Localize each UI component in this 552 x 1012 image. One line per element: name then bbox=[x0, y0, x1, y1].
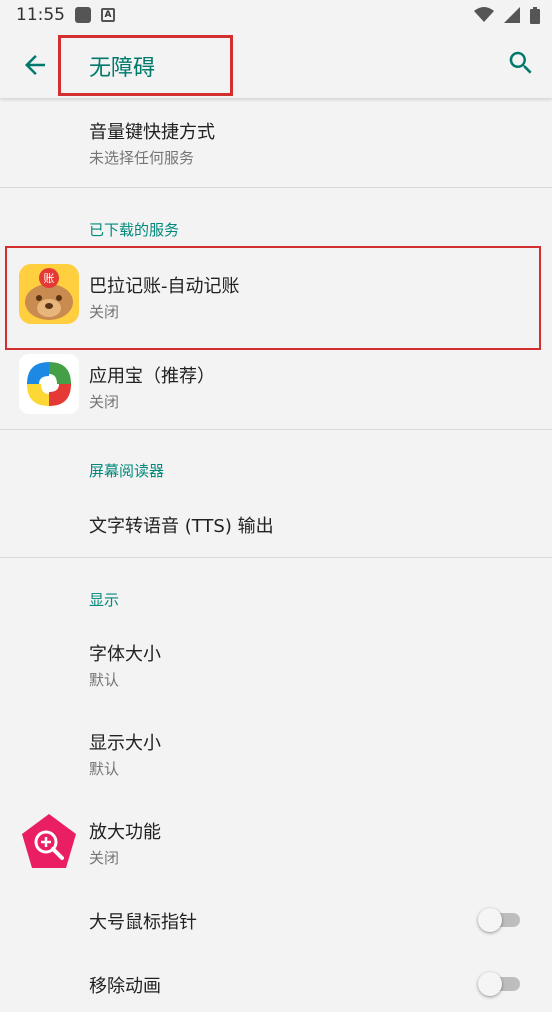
volume-shortcut-subtitle: 未选择任何服务 bbox=[89, 149, 195, 167]
yingyongbao-item[interactable]: 应用宝（推荐） 关闭 bbox=[0, 350, 552, 430]
display-size-item[interactable]: 显示大小 默认 bbox=[0, 711, 552, 799]
font-size-value: 默认 bbox=[89, 671, 120, 689]
search-icon[interactable] bbox=[506, 48, 536, 78]
large-pointer-title: 大号鼠标指针 bbox=[89, 912, 197, 933]
toggle-knob bbox=[478, 908, 502, 932]
magnification-status: 关闭 bbox=[89, 849, 120, 867]
font-size-title: 字体大小 bbox=[89, 644, 161, 665]
selection-highlight bbox=[5, 246, 541, 350]
remove-animation-item[interactable]: 移除动画 bbox=[0, 952, 552, 1012]
volume-shortcut-item[interactable]: 音量键快捷方式 未选择任何服务 bbox=[0, 98, 552, 188]
yingyongbao-status: 关闭 bbox=[89, 393, 120, 411]
keyboard-a-icon: A bbox=[101, 8, 115, 22]
screen-reader-header: 屏幕阅读器 bbox=[89, 462, 165, 480]
downloaded-services-header: 已下载的服务 bbox=[89, 221, 180, 239]
tts-output-item[interactable]: 文字转语音 (TTS) 输出 bbox=[0, 496, 552, 556]
volume-shortcut-title: 音量键快捷方式 bbox=[89, 122, 215, 143]
large-pointer-toggle[interactable] bbox=[478, 908, 520, 932]
magnification-icon bbox=[19, 812, 79, 872]
yingyongbao-app-icon bbox=[19, 354, 79, 414]
status-time: 11:55 bbox=[16, 5, 65, 25]
divider bbox=[0, 429, 552, 430]
status-bar: 11:55 A bbox=[0, 0, 552, 30]
magnification-title: 放大功能 bbox=[89, 822, 161, 843]
battery-icon bbox=[530, 6, 540, 24]
remove-animation-title: 移除动画 bbox=[89, 976, 161, 997]
wifi-icon bbox=[474, 7, 494, 22]
display-size-title: 显示大小 bbox=[89, 733, 161, 754]
yingyongbao-title: 应用宝（推荐） bbox=[89, 366, 215, 387]
large-pointer-item[interactable]: 大号鼠标指针 bbox=[0, 890, 552, 952]
tts-output-title: 文字转语音 (TTS) 输出 bbox=[89, 516, 274, 537]
app-bar: 无障碍 bbox=[0, 30, 552, 98]
font-size-item[interactable]: 字体大小 默认 bbox=[0, 622, 552, 710]
divider bbox=[0, 187, 552, 188]
back-arrow-icon[interactable] bbox=[20, 50, 50, 80]
remove-animation-toggle[interactable] bbox=[478, 972, 520, 996]
page-title-highlight: 无障碍 bbox=[58, 35, 233, 96]
page-title: 无障碍 bbox=[89, 55, 156, 81]
signal-icon bbox=[504, 7, 520, 23]
display-size-value: 默认 bbox=[89, 760, 120, 778]
toggle-knob bbox=[478, 972, 502, 996]
notification-icon bbox=[75, 7, 91, 23]
magnification-item[interactable]: 放大功能 关闭 bbox=[0, 800, 552, 890]
display-header: 显示 bbox=[89, 591, 120, 609]
divider bbox=[0, 557, 552, 558]
